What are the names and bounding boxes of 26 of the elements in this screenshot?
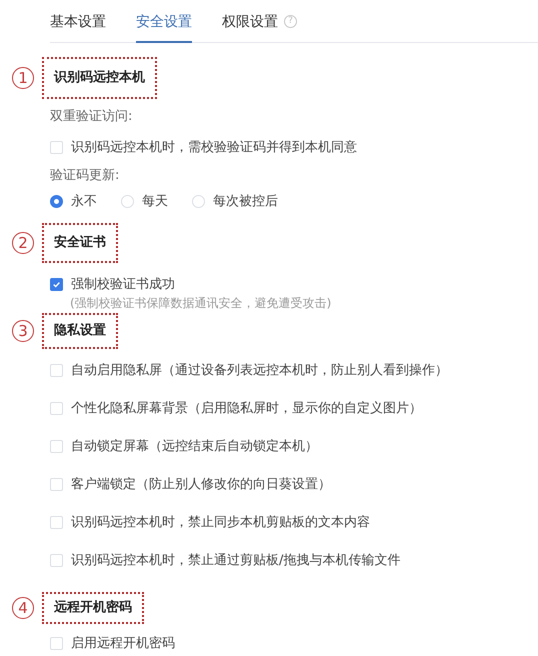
radio-option[interactable]: 每次被控后 <box>192 192 278 210</box>
tab[interactable]: 权限设置 <box>222 0 278 42</box>
checkbox-option[interactable]: 客户端锁定（防止别人修改你的向日葵设置） <box>50 473 538 495</box>
step-number: 1 <box>12 67 34 89</box>
tab[interactable]: 基本设置 <box>50 0 106 42</box>
radio-option[interactable]: 永不 <box>50 192 97 210</box>
field-label: 双重验证访问: <box>50 108 134 126</box>
section-title: 隐私设置 <box>42 313 118 349</box>
section-title: 安全证书 <box>42 223 118 263</box>
checkbox-option[interactable]: 启用远程开机密码 <box>50 632 175 654</box>
hint-text: (强制校验证书保障数据通讯安全，避免遭受攻击) <box>69 295 332 311</box>
checkbox-option[interactable]: 自动启用隐私屏（通过设备列表远控本机时，防止别人看到操作） <box>50 359 538 381</box>
step-number: 4 <box>12 597 34 619</box>
step-number: 2 <box>12 232 34 254</box>
checkbox-option[interactable]: 识别码远控本机时，需校验验证码并得到本机同意 <box>50 136 357 158</box>
section-title: 识别码远控本机 <box>42 57 157 99</box>
checkbox-option[interactable]: 个性化隐私屏幕背景（启用隐私屏时，显示你的自定义图片） <box>50 397 538 419</box>
checkbox-option[interactable]: 自动锁定屏幕（远控结束后自动锁定本机） <box>50 435 538 457</box>
section-title: 远程开机密码 <box>42 592 144 624</box>
tab[interactable]: 安全设置 <box>136 0 192 42</box>
checkbox-option[interactable]: 强制校验证书成功 <box>50 273 175 295</box>
step-number: 3 <box>12 320 34 342</box>
checkbox-option[interactable]: 识别码远控本机时，禁止同步本机剪贴板的文本内容 <box>50 511 538 533</box>
radio-option[interactable]: 每天 <box>121 192 168 210</box>
field-label: 验证码更新: <box>50 167 120 185</box>
checkbox-option[interactable]: 识别码远控本机时，禁止通过剪贴板/拖拽与本机传输文件 <box>50 549 538 571</box>
